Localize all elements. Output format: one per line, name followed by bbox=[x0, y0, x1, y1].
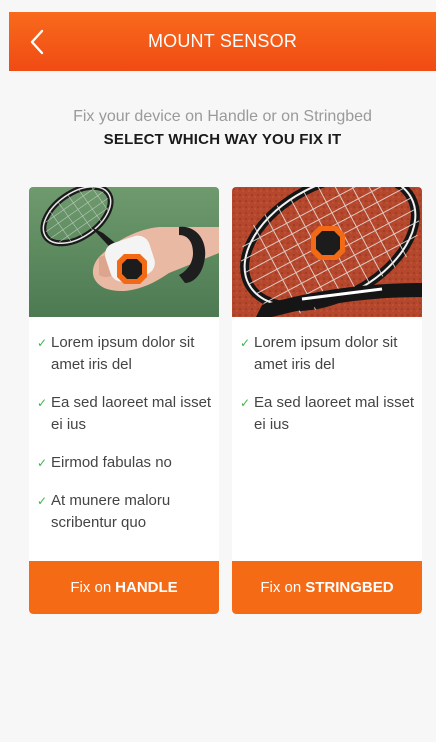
check-icon: ✓ bbox=[37, 396, 48, 410]
list-item: ✓ Ea sed laoreet mal isset ei ius bbox=[37, 392, 213, 436]
back-button[interactable] bbox=[23, 26, 51, 58]
list-item: ✓ Ea sed laoreet mal isset ei ius bbox=[240, 392, 416, 436]
feature-text: Lorem ipsum dolor sit amet iris del bbox=[51, 334, 195, 373]
instruction-subtitle: Fix your device on Handle or on Stringbe… bbox=[73, 108, 372, 125]
feature-text: Eirmod fabulas no bbox=[51, 454, 172, 471]
feature-text: Ea sed laoreet mal isset ei ius bbox=[51, 394, 212, 433]
button-prefix: Fix on bbox=[260, 579, 302, 596]
chevron-left-icon bbox=[30, 29, 44, 55]
racket-handle-photo bbox=[29, 187, 219, 317]
feature-text: Ea sed laoreet mal isset ei ius bbox=[254, 394, 415, 433]
option-card-handle: ✓ Lorem ipsum dolor sit amet iris del ✓ … bbox=[29, 187, 219, 614]
feature-text: Lorem ipsum dolor sit amet iris del bbox=[254, 334, 398, 373]
list-item: ✓ Lorem ipsum dolor sit amet iris del bbox=[37, 332, 213, 376]
list-item: ✓ Lorem ipsum dolor sit amet iris del bbox=[240, 332, 416, 376]
check-icon: ✓ bbox=[37, 336, 48, 350]
list-item: ✓ At munere maloru scribentur quo bbox=[37, 490, 213, 534]
button-emphasis: STRINGBED bbox=[305, 579, 394, 596]
feature-list: ✓ Lorem ipsum dolor sit amet iris del ✓ … bbox=[240, 332, 416, 452]
option-card-stringbed: ✓ Lorem ipsum dolor sit amet iris del ✓ … bbox=[232, 187, 422, 614]
list-item: ✓ Eirmod fabulas no bbox=[37, 452, 213, 474]
app-header: MOUNT SENSOR bbox=[9, 12, 436, 71]
check-icon: ✓ bbox=[240, 336, 251, 350]
fix-on-stringbed-button[interactable]: Fix on STRINGBED bbox=[232, 561, 422, 614]
feature-list: ✓ Lorem ipsum dolor sit amet iris del ✓ … bbox=[37, 332, 213, 550]
check-icon: ✓ bbox=[240, 396, 251, 410]
page-title: MOUNT SENSOR bbox=[147, 31, 298, 51]
instruction-headline: SELECT WHICH WAY YOU FIX IT bbox=[103, 131, 342, 148]
feature-text: At munere maloru scribentur quo bbox=[51, 492, 171, 531]
button-emphasis: HANDLE bbox=[115, 579, 178, 596]
racket-stringbed-photo bbox=[232, 187, 422, 317]
check-icon: ✓ bbox=[37, 494, 48, 508]
button-prefix: Fix on bbox=[70, 579, 112, 596]
fix-on-handle-button[interactable]: Fix on HANDLE bbox=[29, 561, 219, 614]
check-icon: ✓ bbox=[37, 456, 48, 470]
